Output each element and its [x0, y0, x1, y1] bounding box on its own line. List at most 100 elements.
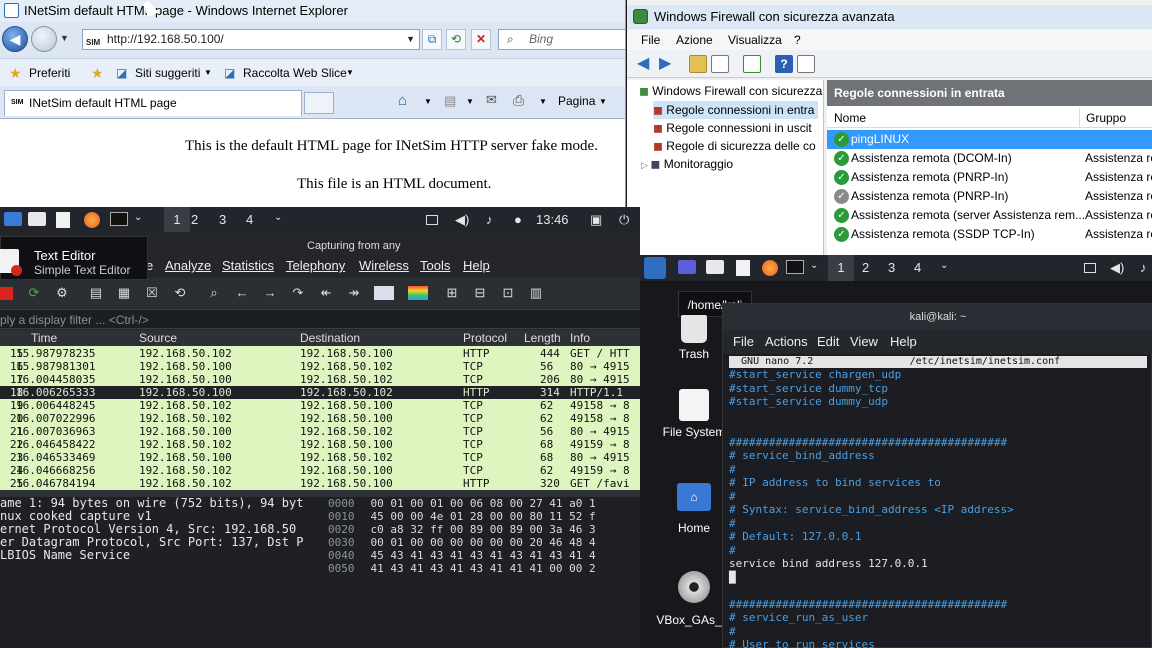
- packet-row[interactable]: 25 16.046784194 192.168.50.102 192.168.50.1…: [0, 477, 640, 490]
- packet-row[interactable]: 16 15.987981301 192.168.50.100 192.168.50.1…: [0, 360, 640, 373]
- packet-row[interactable]: 19 16.006448245 192.168.50.102 192.168.50.1…: [0, 399, 640, 412]
- packet-row[interactable]: 20 16.007022996 192.168.50.102 192.168.50.1…: [0, 412, 640, 425]
- new-tab-button[interactable]: [304, 92, 334, 114]
- zoom-out-icon[interactable]: ⊟: [472, 285, 488, 301]
- volume-icon[interactable]: ◀): [455, 212, 469, 228]
- rule-row[interactable]: ✓ pingLINUX: [827, 130, 1152, 149]
- favorites-button[interactable]: Preferiti: [29, 59, 70, 87]
- resize-columns-icon[interactable]: ▥: [528, 285, 544, 301]
- feeds-dropdown-icon[interactable]: ▼: [466, 97, 474, 106]
- colorize-icon[interactable]: [408, 286, 428, 300]
- help-icon[interactable]: ?: [775, 55, 793, 73]
- kali-menu-icon[interactable]: [4, 212, 22, 226]
- up-folder-icon[interactable]: [689, 55, 707, 73]
- show-tree-icon[interactable]: [711, 55, 729, 73]
- refresh-button[interactable]: ⟲: [446, 29, 466, 50]
- goto-packet-icon[interactable]: ↷: [290, 285, 306, 301]
- add-favorite-icon[interactable]: ★: [91, 59, 104, 87]
- bell-icon[interactable]: ♪: [486, 212, 493, 227]
- tree-root[interactable]: ◼ Windows Firewall con sicurezza: [639, 82, 822, 100]
- autoscroll-icon[interactable]: [374, 286, 394, 300]
- search-input[interactable]: ⌕ Bing: [498, 29, 625, 50]
- next-packet-icon[interactable]: →: [262, 285, 278, 301]
- workspace-dropdown-icon[interactable]: ⌄: [274, 212, 282, 223]
- col-name[interactable]: Nome: [834, 108, 866, 128]
- workspace-4[interactable]: 4: [914, 260, 921, 275]
- ie-tab-active[interactable]: SIM INetSim default HTML page: [4, 90, 302, 116]
- save-file-icon[interactable]: ▦: [116, 285, 132, 301]
- find-packet-icon[interactable]: ⌕: [206, 285, 222, 301]
- zoom-in-icon[interactable]: ⊞: [444, 285, 460, 301]
- page-dropdown-icon[interactable]: ▼: [599, 97, 607, 106]
- terminal-icon[interactable]: [110, 212, 128, 226]
- capture-options-icon[interactable]: ⚙: [54, 285, 70, 301]
- workspace-4[interactable]: 4: [246, 212, 253, 227]
- file-manager-icon[interactable]: [28, 212, 46, 226]
- open-file-icon[interactable]: ▤: [88, 285, 104, 301]
- menu-wireless[interactable]: Wireless: [359, 254, 409, 278]
- firefox-icon[interactable]: [762, 260, 778, 276]
- restart-capture-icon[interactable]: ⟳: [26, 285, 42, 301]
- suggested-sites-link[interactable]: Siti suggeriti: [135, 59, 200, 87]
- tree-monitoring[interactable]: ▷ ◼ Monitoraggio: [641, 155, 733, 173]
- pane-separator[interactable]: [0, 490, 640, 497]
- page-menu[interactable]: Pagina: [558, 94, 595, 108]
- workspace-1[interactable]: 1: [164, 207, 190, 233]
- volume-icon[interactable]: ◀): [1110, 260, 1124, 276]
- packet-row[interactable]: 17 16.004458035 192.168.50.100 192.168.50.1…: [0, 373, 640, 386]
- hex-line[interactable]: 0000 00 01 00 01 00 06 08 00 27 41 a0 1: [322, 497, 640, 510]
- menu-tools[interactable]: Tools: [420, 254, 450, 278]
- first-packet-icon[interactable]: ↞: [318, 285, 334, 301]
- file-manager-icon[interactable]: [706, 260, 724, 274]
- term-menu-help[interactable]: Help: [890, 330, 917, 354]
- print-dropdown-icon[interactable]: ▼: [539, 97, 547, 106]
- firefox-icon[interactable]: [84, 212, 100, 228]
- menu-help[interactable]: Help: [463, 254, 490, 278]
- col-group[interactable]: Gruppo: [1079, 108, 1126, 128]
- rule-row[interactable]: ✓ Assistenza remota (DCOM-In) Assistenza r…: [827, 149, 1152, 168]
- close-file-icon[interactable]: ☒: [144, 285, 160, 301]
- packet-row[interactable]: 15 15.987978235 192.168.50.102 192.168.50.1…: [0, 347, 640, 360]
- text-editor-icon[interactable]: [56, 212, 70, 228]
- term-menu-actions[interactable]: Actions: [765, 330, 808, 354]
- reload-file-icon[interactable]: ⟲: [172, 285, 188, 301]
- lock-icon[interactable]: ▣: [590, 212, 602, 228]
- col-time[interactable]: Time: [31, 330, 57, 346]
- webslice-dropdown-icon[interactable]: ▼: [346, 59, 354, 87]
- forward-arrow-icon[interactable]: ▶: [659, 55, 677, 73]
- text-editor-icon[interactable]: [736, 260, 750, 276]
- home-icon[interactable]: ⌂: [398, 92, 407, 109]
- packet-row[interactable]: 23 16.046533469 192.168.50.100 192.168.50.1…: [0, 451, 640, 464]
- suggested-dropdown-icon[interactable]: ▼: [204, 59, 212, 87]
- term-menu-file[interactable]: File: [733, 330, 754, 354]
- history-dropdown-icon[interactable]: ▼: [60, 33, 69, 43]
- expand-icon[interactable]: ▷: [641, 160, 650, 170]
- desktop-icon[interactable]: [678, 260, 696, 274]
- menu-help[interactable]: ?: [794, 30, 801, 50]
- term-menu-edit[interactable]: Edit: [817, 330, 839, 354]
- rule-row[interactable]: ✓ Assistenza remota (PNRP-In) Assistenza r…: [827, 187, 1152, 206]
- packet-row[interactable]: 21 16.007036963 192.168.50.100 192.168.50.1…: [0, 425, 640, 438]
- normal-size-icon[interactable]: ⊡: [500, 285, 516, 301]
- feeds-icon[interactable]: ▤: [444, 93, 456, 109]
- workspace-1[interactable]: 1: [828, 255, 854, 281]
- back-arrow-icon[interactable]: ◀: [637, 55, 655, 73]
- export-list-icon[interactable]: [743, 55, 761, 73]
- bell-icon[interactable]: ♪: [1140, 260, 1147, 275]
- prev-packet-icon[interactable]: ←: [234, 285, 250, 301]
- col-destination[interactable]: Destination: [300, 330, 360, 346]
- workspace-2[interactable]: 2: [191, 212, 198, 227]
- col-info[interactable]: Info: [570, 330, 590, 346]
- hex-line[interactable]: 0050 41 43 41 43 41 43 41 41 41 00 00 2: [322, 562, 640, 575]
- launcher-dropdown-icon[interactable]: ⌄: [134, 212, 142, 223]
- terminal-icon[interactable]: [786, 260, 804, 274]
- last-packet-icon[interactable]: ↠: [346, 285, 362, 301]
- menu-analyze[interactable]: Analyze: [165, 254, 211, 278]
- logout-icon[interactable]: ⏻: [619, 212, 629, 228]
- hex-line[interactable]: 0040 45 43 41 43 41 43 41 43 41 43 41 4: [322, 549, 640, 562]
- hex-line[interactable]: 0030 00 01 00 00 00 00 00 00 20 46 48 4: [322, 536, 640, 549]
- rule-row[interactable]: ✓ Assistenza remota (PNRP-In) Assistenza r…: [827, 168, 1152, 187]
- stop-button[interactable]: ✕: [471, 29, 491, 50]
- tree-outbound-rules[interactable]: ◼ Regole connessioni in uscit: [653, 119, 812, 137]
- address-dropdown-icon[interactable]: ▼: [406, 30, 415, 49]
